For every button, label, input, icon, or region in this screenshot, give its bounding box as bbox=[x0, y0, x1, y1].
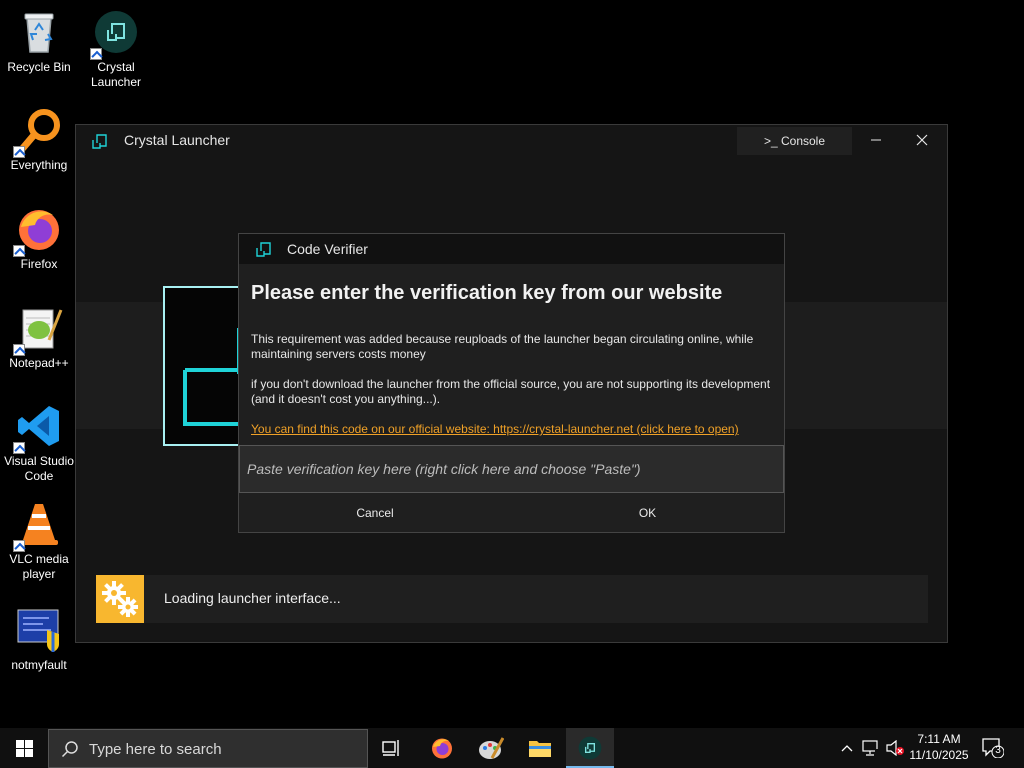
search-icon bbox=[61, 741, 78, 758]
console-button[interactable]: >_ Console bbox=[737, 127, 852, 155]
launcher-titlebar[interactable]: Crystal Launcher >_ Console bbox=[76, 125, 947, 157]
vscode-icon bbox=[13, 402, 63, 454]
desktop-icon-label: Notepad++ bbox=[9, 356, 69, 370]
dialog-heading: Please enter the verification key from o… bbox=[251, 282, 723, 304]
action-center-button[interactable]: 3 bbox=[982, 738, 1005, 759]
speaker-muted-icon bbox=[886, 740, 904, 756]
dialog-paragraph-1: This requirement was added because reupl… bbox=[251, 332, 754, 361]
desktop-icon-label: Recycle Bin bbox=[7, 60, 71, 74]
close-button[interactable] bbox=[899, 125, 945, 155]
loading-status-row: Loading launcher interface... bbox=[96, 575, 928, 623]
start-button[interactable] bbox=[0, 728, 48, 768]
chevron-up-icon bbox=[841, 745, 853, 752]
everything-search-icon bbox=[13, 106, 63, 158]
dialog-titlebar[interactable]: Code Verifier bbox=[239, 234, 784, 264]
firefox-icon bbox=[432, 738, 452, 759]
desktop-icon-label: notmyfault bbox=[11, 658, 67, 672]
volume-button[interactable] bbox=[884, 728, 906, 768]
task-view-icon bbox=[382, 740, 399, 756]
firefox-icon bbox=[13, 205, 63, 257]
window-title: Crystal Launcher bbox=[124, 132, 230, 148]
shortcut-arrow-icon bbox=[90, 48, 102, 60]
desktop-icon-label: Visual Studio Code bbox=[4, 454, 74, 483]
notepad-plus-plus-icon bbox=[13, 304, 63, 356]
network-icon bbox=[862, 740, 880, 756]
desktop-icon-label: Crystal Launcher bbox=[90, 60, 142, 89]
minimize-button[interactable] bbox=[853, 125, 899, 155]
dialog-title: Code Verifier bbox=[287, 241, 368, 257]
desktop-icon-firefox[interactable]: Firefox bbox=[0, 205, 78, 272]
windows-logo-icon bbox=[15, 739, 33, 757]
taskbar-firefox[interactable] bbox=[418, 728, 466, 768]
gears-icon bbox=[96, 575, 144, 623]
desktop-icon-label: Firefox bbox=[20, 257, 58, 271]
taskbar-crystal-launcher[interactable] bbox=[566, 728, 614, 768]
desktop-icon-everything[interactable]: Everything bbox=[0, 106, 78, 173]
crystal-launcher-logo-icon bbox=[92, 133, 108, 149]
launcher-large-logo-icon bbox=[183, 328, 243, 426]
taskbar-search-box[interactable]: Type here to search bbox=[48, 729, 368, 768]
shortcut-arrow-icon bbox=[13, 146, 25, 158]
crystal-launcher-icon bbox=[90, 8, 140, 60]
ok-button[interactable]: OK bbox=[511, 494, 784, 532]
loading-status-text: Loading launcher interface... bbox=[164, 590, 341, 606]
recycle-bin-icon bbox=[15, 8, 63, 56]
minimize-icon bbox=[871, 139, 881, 141]
clock-date: 11/10/2025 bbox=[909, 748, 969, 762]
taskbar-clock[interactable]: 7:11 AM 11/10/2025 bbox=[904, 731, 974, 763]
taskbar-file-explorer[interactable] bbox=[516, 728, 564, 768]
close-icon bbox=[916, 134, 928, 146]
network-button[interactable] bbox=[860, 728, 882, 768]
desktop-icon-crystal-launcher[interactable]: Crystal Launcher bbox=[77, 8, 155, 90]
clock-time: 7:11 AM bbox=[917, 732, 961, 746]
desktop-icon-label: VLC media player bbox=[9, 552, 69, 581]
vlc-cone-icon bbox=[13, 500, 63, 552]
task-view-button[interactable] bbox=[368, 728, 416, 768]
paint-palette-icon bbox=[479, 737, 504, 759]
shortcut-arrow-icon bbox=[13, 344, 25, 356]
notmyfault-icon bbox=[15, 606, 63, 654]
dialog-paragraph-2: if you don't download the launcher from … bbox=[251, 377, 771, 406]
crystal-launcher-logo-icon bbox=[256, 241, 272, 257]
desktop-icon-vscode[interactable]: Visual Studio Code bbox=[0, 402, 78, 484]
taskbar-paint[interactable] bbox=[467, 728, 515, 768]
search-placeholder: Type here to search bbox=[89, 741, 222, 758]
desktop-icon-recycle-bin[interactable]: Recycle Bin bbox=[0, 8, 78, 75]
cancel-button[interactable]: Cancel bbox=[239, 494, 511, 532]
desktop-icon-notmyfault[interactable]: notmyfault bbox=[0, 606, 78, 673]
crystal-launcher-icon bbox=[578, 736, 602, 760]
desktop-icon-notepad-plus-plus[interactable]: Notepad++ bbox=[0, 304, 78, 371]
desktop-icon-vlc[interactable]: VLC media player bbox=[0, 500, 78, 582]
shortcut-arrow-icon bbox=[13, 540, 25, 552]
shortcut-arrow-icon bbox=[13, 442, 25, 454]
folder-icon bbox=[529, 741, 551, 757]
code-verifier-dialog: Code Verifier Please enter the verificat… bbox=[238, 233, 785, 533]
desktop-icon-label: Everything bbox=[10, 158, 68, 172]
shortcut-arrow-icon bbox=[13, 245, 25, 257]
taskbar: Type here to search 7:11 AM 11/10/2025 3 bbox=[0, 728, 1024, 768]
launcher-logo-frame bbox=[163, 286, 245, 446]
notification-count-badge: 3 bbox=[995, 745, 1001, 756]
show-hidden-icons-button[interactable] bbox=[836, 728, 858, 768]
official-website-link[interactable]: You can find this code on our official w… bbox=[251, 422, 739, 436]
verification-key-input[interactable] bbox=[239, 445, 784, 493]
